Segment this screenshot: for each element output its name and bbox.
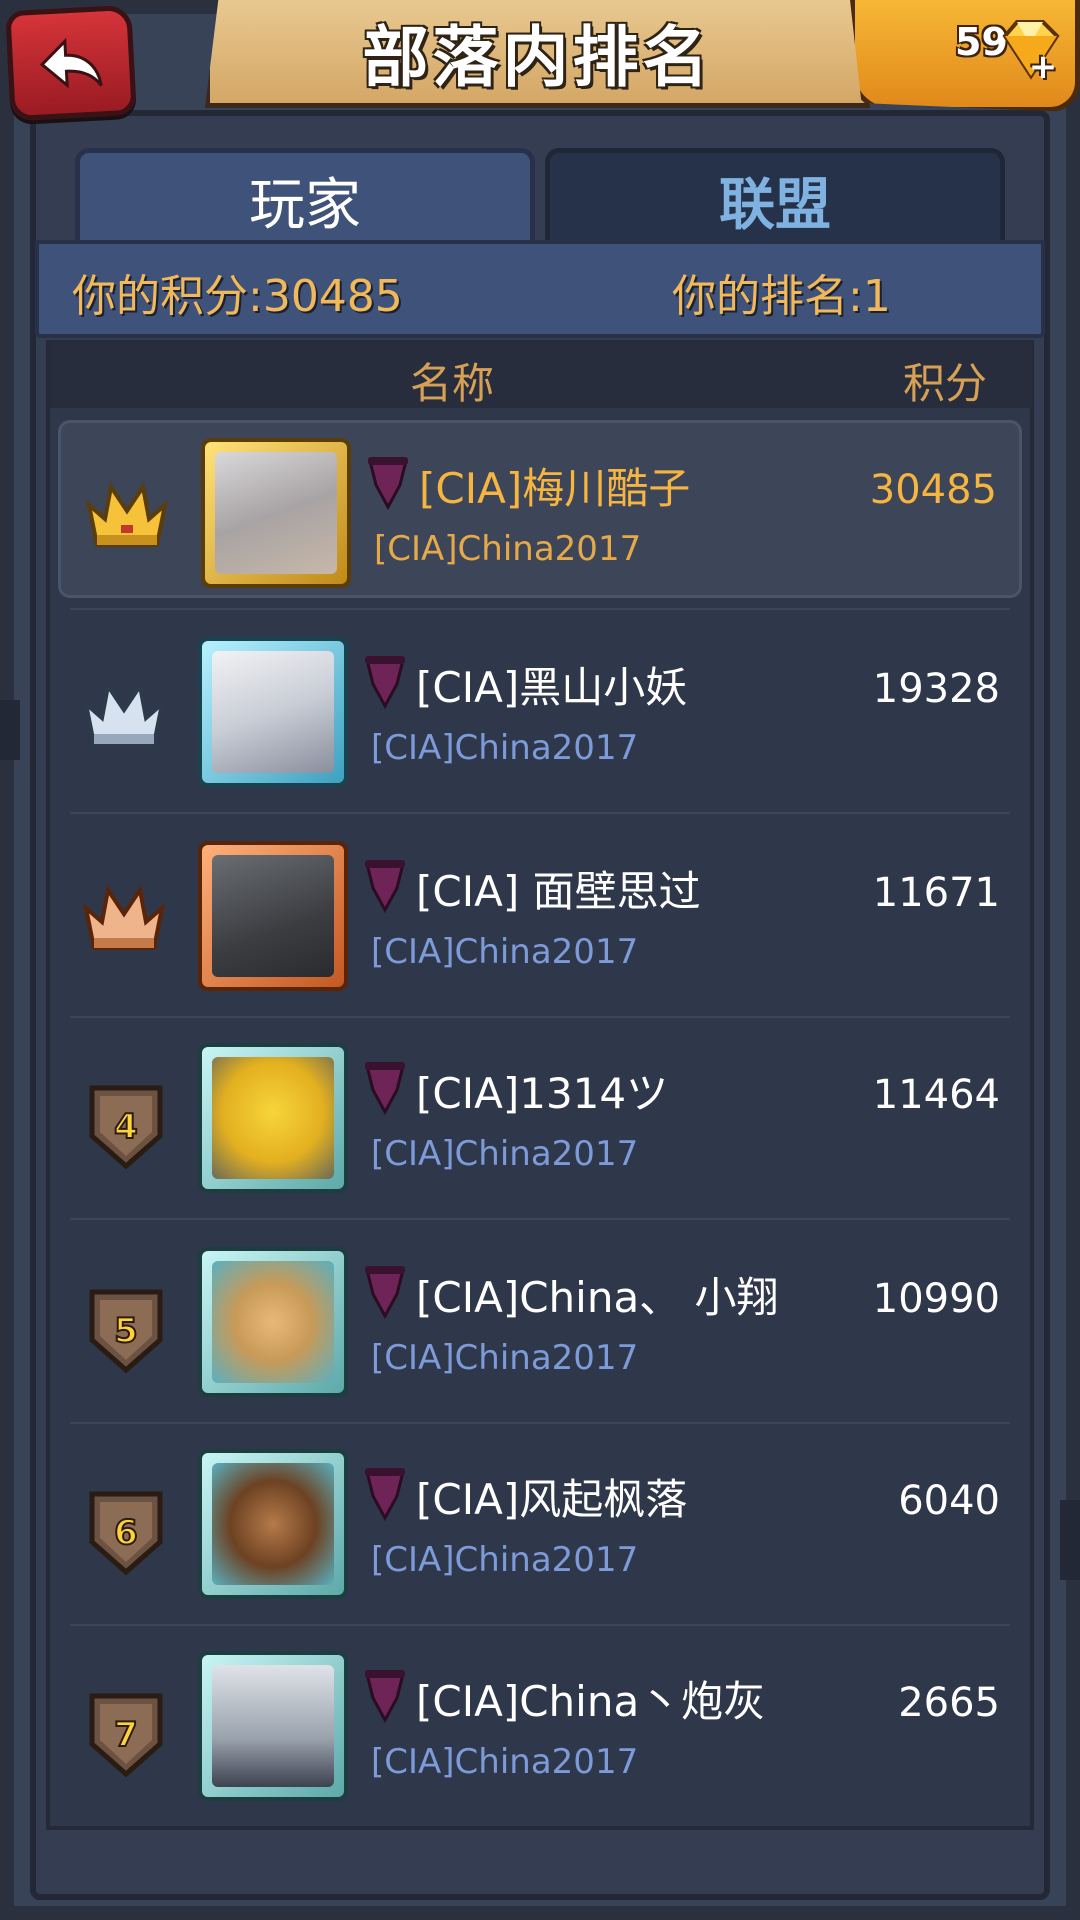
ranking-row[interactable]: 6 [CIA]风起枫落 [CIA]China2017 6040: [58, 1434, 1022, 1612]
avatar[interactable]: [198, 1651, 348, 1801]
avatar-image: [212, 855, 334, 977]
tab-alliance[interactable]: 联盟: [545, 148, 1005, 248]
frame-crack: [0, 700, 20, 760]
player-score: 6040: [898, 1478, 1000, 1524]
avatar-image: [212, 651, 334, 773]
rank-shield-icon: 6: [89, 1491, 163, 1576]
list-header: [50, 342, 1032, 408]
player-name: [CIA] 面壁思过: [416, 867, 701, 916]
player-name: [CIA]China、 小翔: [416, 1273, 779, 1322]
avatar[interactable]: [198, 841, 348, 991]
player-score: 11464: [872, 1072, 1000, 1118]
player-name: [CIA]1314ツ: [416, 1069, 669, 1118]
row-divider: [70, 812, 1010, 814]
clan-tag: [CIA]China2017: [371, 1742, 639, 1782]
add-gems-button[interactable]: +: [1028, 50, 1058, 84]
rank-number: 5: [114, 1311, 138, 1351]
rank-number: 4: [114, 1107, 138, 1147]
avatar[interactable]: [198, 637, 348, 787]
rank-number: 7: [114, 1715, 138, 1755]
row-divider: [70, 1624, 1010, 1626]
avatar-image: [212, 1057, 334, 1179]
column-header-score: 积分: [903, 359, 988, 408]
clan-tag: [CIA]China2017: [371, 728, 639, 768]
my-score: 你的积分:30485: [72, 271, 403, 322]
clan-tag: [CIA]China2017: [371, 1134, 639, 1174]
avatar-image: [212, 1261, 334, 1383]
ranking-row[interactable]: 5 [CIA]China、 小翔 [CIA]China2017 10990: [58, 1232, 1022, 1410]
row-divider: [70, 1218, 1010, 1220]
clan-tag: [CIA]China2017: [371, 1540, 639, 1580]
player-score: 11671: [872, 870, 1000, 916]
player-name: [CIA]China丶炮灰: [416, 1677, 766, 1726]
tab-players[interactable]: 玩家: [75, 148, 535, 248]
column-header-name: 名称: [410, 359, 495, 408]
frame-crack: [1060, 1500, 1080, 1580]
clan-banner-icon: [365, 1468, 405, 1522]
avatar[interactable]: [198, 1449, 348, 1599]
clan-banner-icon: [365, 1266, 405, 1320]
clan-banner-icon: [368, 457, 408, 511]
back-arrow-icon: [39, 37, 103, 89]
rank-shield-icon: 5: [89, 1289, 163, 1374]
row-divider: [70, 1422, 1010, 1424]
rank-shield-icon: 4: [89, 1085, 163, 1170]
avatar[interactable]: [198, 1043, 348, 1193]
my-rank: 你的排名:1: [672, 271, 891, 322]
player-name: [CIA]梅川酷子: [419, 464, 691, 513]
silver-crown-icon: [82, 680, 166, 746]
ranking-row[interactable]: [CIA]黑山小妖 [CIA]China2017 19328: [58, 622, 1022, 800]
clan-tag: [CIA]China2017: [374, 529, 642, 569]
row-divider: [70, 608, 1010, 610]
avatar-image: [212, 1665, 334, 1787]
page-title: 部落内排名: [362, 18, 713, 96]
player-name: [CIA]风起枫落: [416, 1475, 688, 1524]
back-button[interactable]: [5, 4, 137, 122]
clan-banner-icon: [365, 1670, 405, 1724]
player-score: 30485: [869, 467, 997, 513]
avatar-image: [215, 452, 337, 574]
clan-banner-icon: [365, 1062, 405, 1116]
player-score: 10990: [872, 1276, 1000, 1322]
ranking-row[interactable]: 4 [CIA]1314ツ [CIA]China2017 11464: [58, 1028, 1022, 1206]
clan-banner-icon: [365, 860, 405, 914]
avatar[interactable]: [201, 438, 351, 588]
ranking-row[interactable]: [CIA] 面壁思过 [CIA]China2017 11671: [58, 826, 1022, 1004]
player-name: [CIA]黑山小妖: [416, 663, 688, 712]
title-banner: 部落内排名: [205, 0, 870, 108]
avatar[interactable]: [198, 1247, 348, 1397]
avatar-image: [212, 1463, 334, 1585]
gold-crown-icon: [85, 481, 169, 547]
bronze-crown-icon: [82, 884, 166, 950]
ranking-row[interactable]: 7 [CIA]China丶炮灰 [CIA]China2017 2665: [58, 1636, 1022, 1814]
player-score: 2665: [898, 1680, 1000, 1726]
clan-tag: [CIA]China2017: [371, 1338, 639, 1378]
clan-tag: [CIA]China2017: [371, 932, 639, 972]
rank-shield-icon: 7: [89, 1693, 163, 1778]
rank-number: 6: [114, 1513, 138, 1553]
player-score: 19328: [872, 666, 1000, 712]
ranking-row[interactable]: [CIA]梅川酷子 [CIA]China2017 30485: [58, 420, 1022, 598]
clan-banner-icon: [365, 656, 405, 710]
row-divider: [70, 1016, 1010, 1018]
